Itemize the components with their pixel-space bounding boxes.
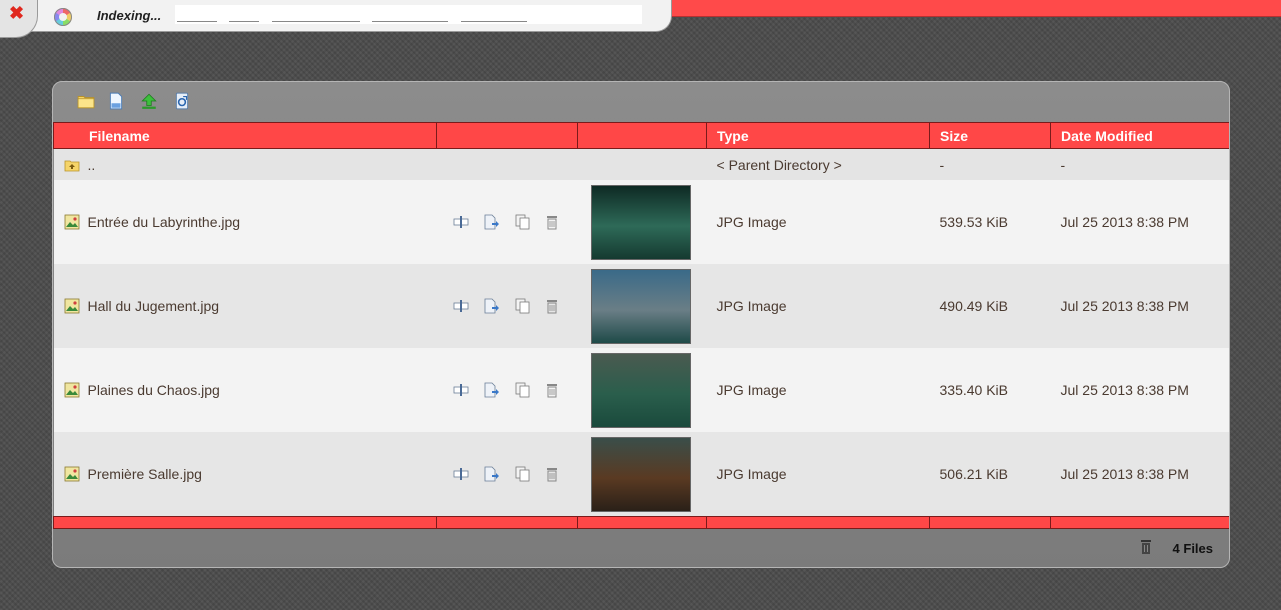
file-size: 506.21 KiB [929,432,1051,517]
file-date: Jul 25 2013 8:38 PM [1050,264,1229,348]
file-actions [436,348,578,432]
move-icon[interactable] [483,214,499,230]
image-file-icon [64,214,79,230]
file-name[interactable]: Hall du Jugement.jpg [88,298,220,314]
file-type: JPG Image [706,180,930,264]
parent-type: < Parent Directory > [706,148,930,180]
table-footer [53,516,1229,529]
rename-icon[interactable] [453,466,469,482]
file-actions [436,264,578,348]
indexing-progress-field [175,5,642,24]
copy-icon[interactable] [515,298,531,314]
file-thumbnail[interactable] [590,268,691,344]
file-type: JPG Image [706,348,930,432]
thumbnail-cell [577,180,707,264]
file-date: Jul 25 2013 8:38 PM [1050,348,1229,432]
close-button[interactable]: ✖ [0,0,38,38]
table-row[interactable]: Hall du Jugement.jpg JPG Image 490.49 Ki… [53,264,1229,348]
file-table: Filename Type Size Date Modified .. < Pa… [53,122,1229,529]
column-header-actions [436,122,578,149]
thumbnail-cell [577,264,707,348]
table-row[interactable]: Entrée du Labyrinthe.jpg JPG Image 539.5… [53,180,1229,264]
file-manager-panel: Filename Type Size Date Modified .. < Pa… [52,81,1230,568]
column-header-date[interactable]: Date Modified [1050,122,1229,149]
file-type: JPG Image [706,432,930,517]
image-file-icon [64,466,79,482]
refresh-icon[interactable] [173,92,191,110]
file-thumbnail[interactable] [590,184,691,260]
file-date: Jul 25 2013 8:38 PM [1050,180,1229,264]
copy-icon[interactable] [515,466,531,482]
file-actions [436,180,578,264]
file-count: 4 Files [1172,541,1213,556]
copy-icon[interactable] [515,382,531,398]
file-name[interactable]: Première Salle.jpg [88,466,202,482]
column-header-size[interactable]: Size [929,122,1051,149]
rename-icon[interactable] [453,214,469,230]
file-size: 335.40 KiB [929,348,1051,432]
indexing-tab: Indexing... [0,0,672,32]
file-size: 539.53 KiB [929,180,1051,264]
close-icon: ✖ [9,3,25,23]
file-size: 490.49 KiB [929,264,1051,348]
table-row[interactable]: Plaines du Chaos.jpg JPG Image 335.40 Ki… [53,348,1229,432]
delete-icon[interactable] [544,298,560,314]
upload-icon[interactable] [140,92,158,110]
file-thumbnail[interactable] [590,436,691,512]
thumbnail-cell [577,432,707,517]
file-actions [436,432,578,517]
parent-directory-row[interactable]: .. < Parent Directory > - - [53,148,1229,180]
image-file-icon [64,298,79,314]
file-date: Jul 25 2013 8:38 PM [1050,432,1229,517]
thumbnail-cell [577,348,707,432]
parent-folder-icon [64,160,79,171]
table-header: Filename Type Size Date Modified [53,122,1229,149]
column-header-type[interactable]: Type [706,122,930,149]
file-thumbnail[interactable] [590,352,691,428]
delete-icon[interactable] [544,466,560,482]
file-type: JPG Image [706,264,930,348]
loading-spinner-icon [54,8,72,26]
parent-date: - [1050,148,1229,180]
parent-directory-name[interactable]: .. [88,157,96,173]
copy-icon[interactable] [515,214,531,230]
move-icon[interactable] [483,298,499,314]
parent-size: - [929,148,1051,180]
delete-icon[interactable] [544,214,560,230]
new-folder-icon[interactable] [77,92,95,110]
table-row[interactable]: Première Salle.jpg JPG Image 506.21 KiB … [53,432,1229,517]
trash-count-icon [1141,540,1151,554]
rename-icon[interactable] [453,298,469,314]
file-name[interactable]: Entrée du Labyrinthe.jpg [88,214,241,230]
toolbar [53,82,1229,122]
image-file-icon [64,382,79,398]
status-bar: 4 Files [53,529,1229,567]
new-file-icon[interactable] [107,92,125,110]
column-header-filename[interactable]: Filename [53,122,437,149]
move-icon[interactable] [483,382,499,398]
indexing-label: Indexing... [97,8,162,23]
rename-icon[interactable] [453,382,469,398]
column-header-preview [577,122,707,149]
file-name[interactable]: Plaines du Chaos.jpg [88,382,220,398]
move-icon[interactable] [483,466,499,482]
delete-icon[interactable] [544,382,560,398]
